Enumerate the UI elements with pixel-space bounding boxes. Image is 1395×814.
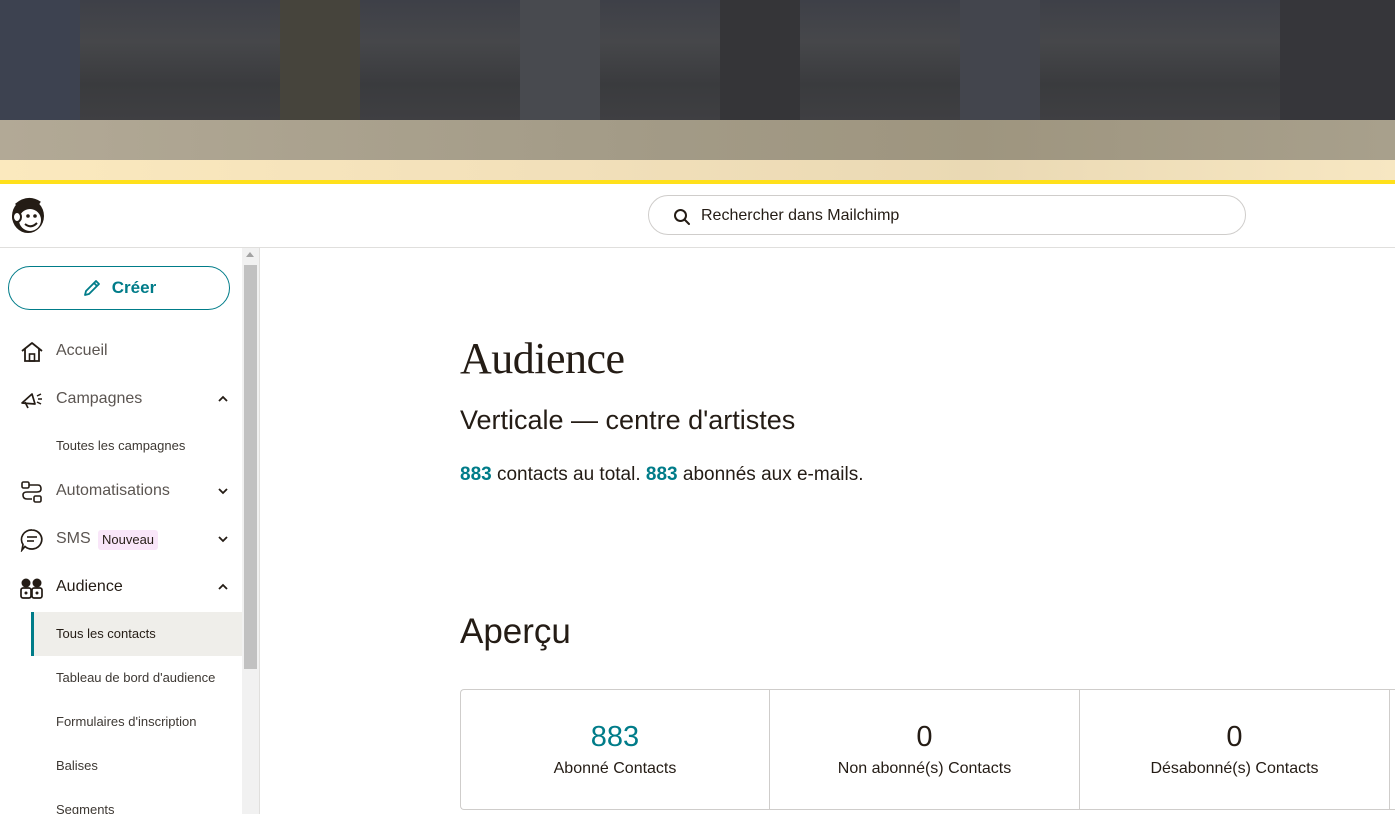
stat-label: Non abonné(s) Contacts <box>837 760 1012 777</box>
sidebar-item-campagnes[interactable]: Campagnes <box>0 380 242 420</box>
scroll-up-arrow-icon[interactable] <box>246 252 254 257</box>
sidebar-subitem-tableau-de-bord[interactable]: Tableau de bord d'audience <box>0 656 242 700</box>
blurred-tab-strip <box>0 0 1395 120</box>
new-badge: Nouveau <box>98 530 159 550</box>
overview-stats: 883 Abonné Contacts 0 Non abonné(s) Cont… <box>460 689 1395 810</box>
audience-name: Verticale — centre d'artistes <box>460 405 796 435</box>
sidebar-subitem-balises[interactable]: Balises <box>0 744 242 788</box>
blurred-address-bar <box>0 120 1395 160</box>
mailchimp-logo-icon[interactable] <box>8 195 48 235</box>
stat-subscribed[interactable]: 883 Abonné Contacts <box>461 690 770 809</box>
sidebar-subitem-formulaires[interactable]: Formulaires d'inscription <box>0 700 242 744</box>
sidebar-item-label: Automatisations <box>56 482 170 499</box>
chevron-down-icon[interactable] <box>217 487 229 495</box>
stat-non-subscribed[interactable]: 0 Non abonné(s) Contacts <box>770 690 1080 809</box>
sidebar-subitem-segments[interactable]: Segments <box>0 788 242 814</box>
pencil-icon <box>83 280 100 296</box>
top-bar <box>0 184 1395 248</box>
page-title: Audience <box>460 334 625 383</box>
stat-value: 883 <box>590 721 640 753</box>
home-icon <box>21 342 43 362</box>
chevron-up-icon[interactable] <box>217 583 229 591</box>
automation-icon <box>21 481 42 503</box>
active-indicator <box>31 612 34 656</box>
megaphone-icon <box>21 393 42 409</box>
audience-icon <box>20 578 43 599</box>
sidebar-item-label: Audience <box>56 578 123 595</box>
summary-text-total: contacts au total. <box>491 464 646 485</box>
sidebar-subitem-label: Toutes les campagnes <box>56 438 186 453</box>
search-bar[interactable] <box>648 195 1246 235</box>
sidebar-subitem-label: Formulaires d'inscription <box>56 714 197 729</box>
sidebar-item-automatisations[interactable]: Automatisations <box>0 472 242 512</box>
subscribed-contacts-count[interactable]: 883 <box>646 464 678 485</box>
sidebar-subitem-label: Segments <box>56 802 115 814</box>
stat-unsubscribed[interactable]: 0 Désabonné(s) Contacts <box>1080 690 1390 809</box>
chevron-down-icon[interactable] <box>217 535 229 543</box>
sidebar-item-sms[interactable]: SMS Nouveau <box>0 520 242 560</box>
sidebar: Créer Accueil Campagnes Toutes les campa… <box>0 248 260 814</box>
chevron-up-icon[interactable] <box>217 395 229 403</box>
create-button[interactable]: Créer <box>8 266 230 310</box>
sidebar-subitem-label: Tous les contacts <box>56 626 156 641</box>
browser-chrome-blurred <box>0 0 1395 180</box>
sidebar-item-label: Campagnes <box>56 390 143 407</box>
create-button-label: Créer <box>111 278 157 297</box>
stat-value: 0 <box>916 721 933 753</box>
sidebar-item-label: SMS <box>56 530 91 547</box>
stat-label: Abonné Contacts <box>553 760 677 777</box>
total-contacts-count[interactable]: 883 <box>460 464 492 485</box>
main-content: Audience Verticale — centre d'artistes 8… <box>260 248 1395 814</box>
sidebar-subitem-label: Balises <box>56 758 98 773</box>
overview-title: Aperçu <box>460 612 571 651</box>
summary-text-subscribed: abonnés aux e-mails. <box>677 464 864 485</box>
sms-icon <box>20 529 43 552</box>
stat-label: Désabonné(s) Contacts <box>1150 760 1319 777</box>
search-input[interactable] <box>701 205 1181 227</box>
sidebar-scroll-thumb[interactable] <box>244 265 257 669</box>
sidebar-subitem-label: Tableau de bord d'audience <box>56 670 216 685</box>
stat-value: 0 <box>1226 721 1243 753</box>
audience-summary: 883 contacts au total. 883 abonnés aux e… <box>460 464 864 486</box>
sidebar-item-audience[interactable]: Audience <box>0 568 242 608</box>
sidebar-item-accueil[interactable]: Accueil <box>0 332 242 372</box>
sidebar-subitem-tous-les-contacts[interactable]: Tous les contacts <box>31 612 242 656</box>
sidebar-item-label: Accueil <box>56 342 108 359</box>
blurred-notification-bar <box>0 160 1395 180</box>
sidebar-subitem-toutes-les-campagnes[interactable]: Toutes les campagnes <box>0 424 242 468</box>
search-icon <box>674 209 690 225</box>
